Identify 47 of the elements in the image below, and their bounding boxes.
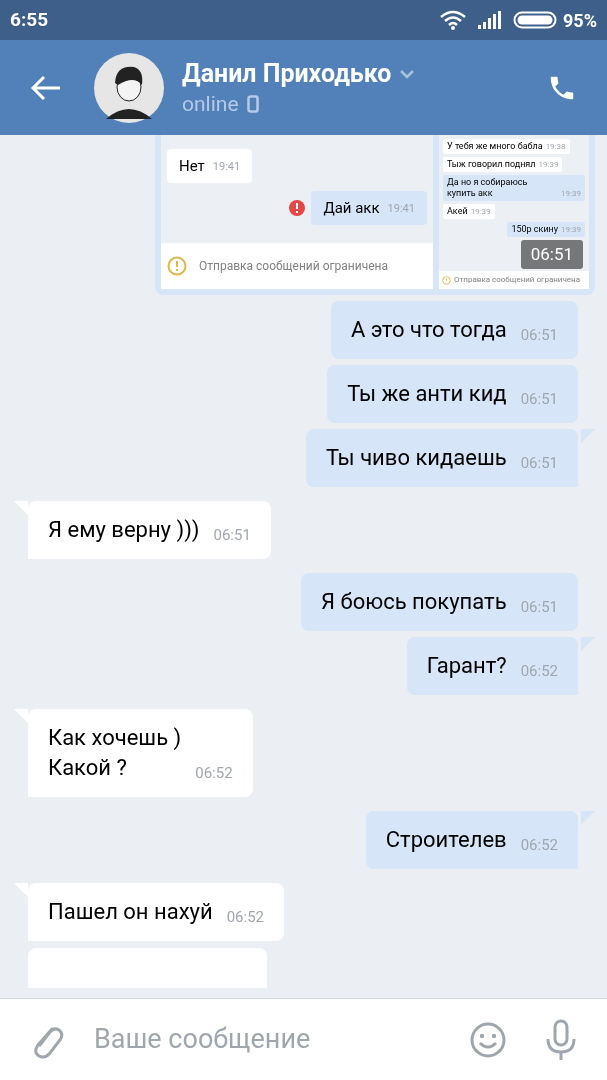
signal-icon — [477, 10, 504, 30]
microphone-icon[interactable] — [545, 1018, 577, 1061]
contact-name[interactable]: Данил Приходько — [182, 57, 392, 90]
message-text: Строителев — [385, 826, 507, 854]
status-time: 6:55 — [10, 6, 49, 33]
online-status: online — [182, 90, 239, 118]
message-bubble: 150р скину 19:39 — [507, 222, 585, 237]
message-text: Ты чиво кидаешь — [325, 444, 507, 472]
message-text: А это что тогда — [351, 316, 507, 344]
restriction-notice: Отправка сообщений ограничена — [199, 258, 389, 275]
message-field[interactable]: Ваше сообщение — [94, 1019, 469, 1060]
photo-time: 06:51 — [520, 239, 583, 269]
wifi-icon — [439, 9, 468, 31]
message-time: 06:51 — [520, 389, 558, 409]
chevron-icon[interactable] — [399, 68, 416, 79]
message-time: 06:51 — [520, 453, 558, 473]
message-time: 06:52 — [226, 907, 265, 927]
message-composer[interactable]: Ваше сообщение — [0, 998, 607, 1080]
battery-icon — [513, 10, 558, 30]
message-bubble: Да но я собираюсь купить акк 19:39 — [443, 175, 585, 201]
message-text: Ты же анти кид — [347, 380, 507, 408]
message-bubble: Дай акк 19:41 — [311, 191, 427, 225]
warning-icon — [167, 256, 187, 276]
message-bubble: У тебя же много бабла 19:38 — [443, 139, 570, 154]
message-time: 06:51 — [520, 325, 558, 345]
avatar[interactable] — [94, 52, 164, 123]
message-text: Гарант? — [426, 652, 507, 680]
phone-device-icon — [246, 94, 259, 113]
message-text: Как хочешь ) — [48, 724, 182, 752]
message-bubble: Акей 19:39 — [443, 204, 495, 219]
message-time: 06:51 — [213, 525, 251, 545]
message-time: 06:52 — [520, 835, 558, 855]
battery-percent: 95% — [563, 8, 597, 33]
message-time: 06:52 — [520, 661, 558, 681]
message-text: Пашел он нахуй — [48, 898, 213, 926]
message-text: Я ему верну ))) — [48, 516, 200, 544]
warning-icon — [442, 275, 451, 285]
message-bubble: Нет 19:41 — [167, 149, 253, 183]
message-text: Какой ? — [48, 754, 128, 782]
message-time: 06:51 — [520, 597, 558, 617]
restriction-notice: Отправка сообщений ограничена — [454, 274, 580, 286]
message-time: 06:52 — [195, 763, 233, 783]
message-bubble: Тыж говорил поднял 19:39 — [443, 157, 563, 172]
message-text: Я боюсь покупать — [321, 588, 507, 616]
back-icon[interactable] — [30, 74, 62, 101]
photo-attachment[interactable] — [155, 135, 595, 295]
emoji-icon[interactable] — [469, 1020, 507, 1059]
